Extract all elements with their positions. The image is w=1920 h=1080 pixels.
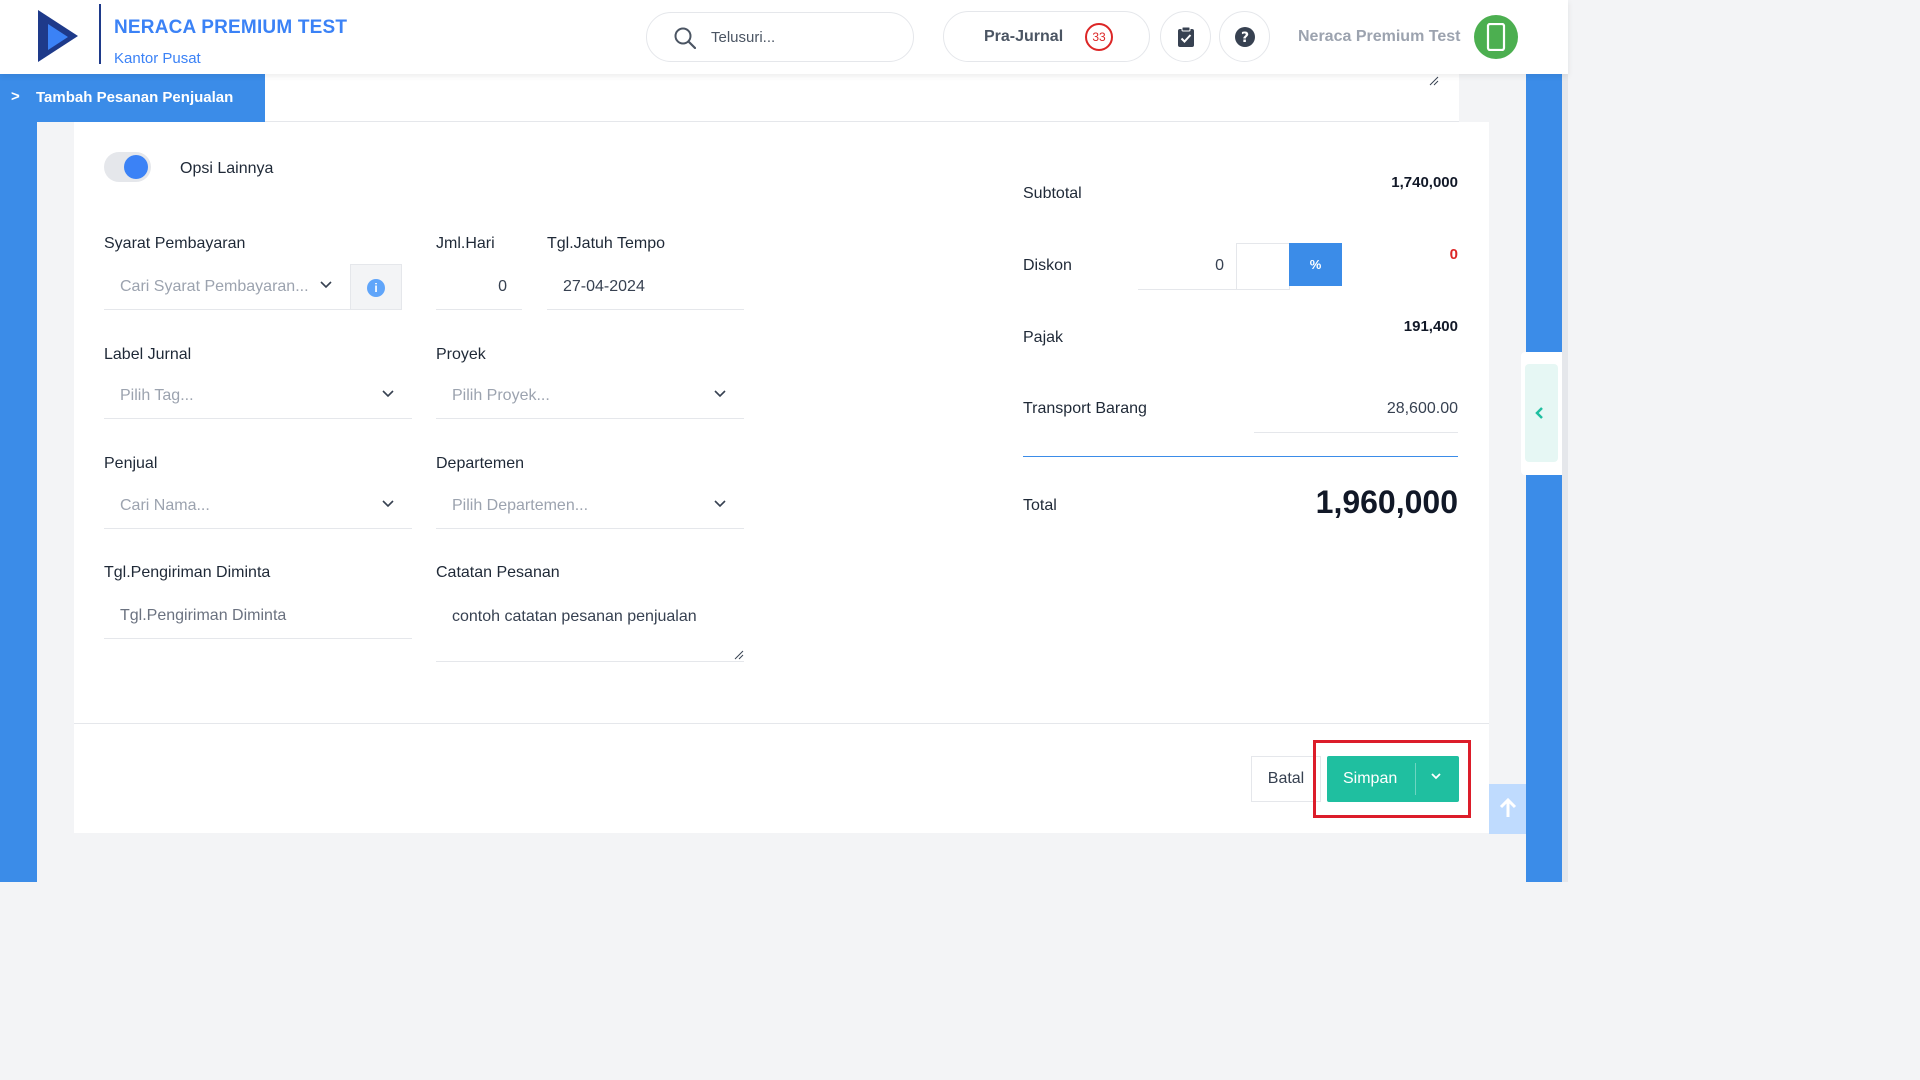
requested-ship-date-input[interactable]: Tgl.Pengiriman Diminta <box>104 593 412 639</box>
discount-percent-button[interactable]: % <box>1289 243 1342 286</box>
discount-value: 0 <box>1449 246 1458 263</box>
discount-input[interactable]: 0 <box>1138 243 1236 290</box>
search-box[interactable]: Telusuri... <box>646 12 914 62</box>
project-select[interactable]: Pilih Proyek... <box>436 373 744 419</box>
company-name[interactable]: NERACA PREMIUM TEST <box>114 17 347 39</box>
summary-divider <box>1023 456 1458 457</box>
payment-terms-label: Syarat Pembayaran <box>104 235 246 252</box>
chevron-right-icon: > <box>11 88 20 105</box>
payment-terms-select[interactable]: Cari Syarat Pembayaran... <box>104 264 350 310</box>
discount-label: Diskon <box>1023 257 1072 274</box>
avatar[interactable] <box>1474 15 1518 59</box>
save-button-highlight <box>1313 740 1471 818</box>
breadcrumb-tab[interactable]: > Tambah Pesanan Penjualan <box>0 74 265 122</box>
payment-terms-info-button[interactable]: i <box>350 264 402 310</box>
user-name[interactable]: Neraca Premium Test <box>1298 28 1460 46</box>
project-label: Proyek <box>436 346 486 363</box>
logo-divider <box>99 4 101 64</box>
previous-section-tail <box>74 74 1459 122</box>
breadcrumb-title: Tambah Pesanan Penjualan <box>36 89 234 106</box>
salesperson-select[interactable]: Cari Nama... <box>104 483 412 529</box>
salesperson-label: Penjual <box>104 455 158 472</box>
scroll-to-top-button[interactable] <box>1489 784 1526 834</box>
tax-value: 191,400 <box>1403 318 1458 335</box>
chevron-down-icon <box>320 281 332 289</box>
discount-mode-box[interactable] <box>1236 243 1290 290</box>
payment-terms-placeholder: Cari Syarat Pembayaran... <box>120 278 309 295</box>
department-placeholder: Pilih Departemen... <box>452 497 589 514</box>
footer-divider <box>74 723 1489 724</box>
transport-label: Transport Barang <box>1023 400 1147 417</box>
journal-tag-select[interactable]: Pilih Tag... <box>104 373 412 419</box>
due-date-label: Tgl.Jatuh Tempo <box>547 235 665 252</box>
side-panel-toggle[interactable] <box>1521 352 1562 475</box>
discount-input-value: 0 <box>1215 257 1224 274</box>
order-notes-value: contoh catatan pesanan penjualan <box>452 608 697 625</box>
due-date-input[interactable]: 27-04-2024 <box>547 264 744 310</box>
order-notes-label: Catatan Pesanan <box>436 564 560 581</box>
chevron-down-icon <box>714 500 726 508</box>
department-select[interactable]: Pilih Departemen... <box>436 483 744 529</box>
window-scrollbar[interactable] <box>1562 0 1568 882</box>
app-logo-icon[interactable] <box>38 10 80 62</box>
days-label: Jml.Hari <box>436 235 495 252</box>
form-card: Opsi Lainnya Syarat Pembayaran Cari Syar… <box>74 122 1489 833</box>
search-icon <box>674 27 696 49</box>
other-options-toggle[interactable] <box>104 152 151 182</box>
pra-jurnal-button[interactable]: Pra-Jurnal 33 <box>943 11 1150 62</box>
arrow-up-icon <box>1499 798 1517 817</box>
requested-ship-date-label: Tgl.Pengiriman Diminta <box>104 564 271 581</box>
salesperson-placeholder: Cari Nama... <box>120 497 210 514</box>
days-input[interactable]: 0 <box>436 264 522 310</box>
total-value: 1,960,000 <box>1315 484 1458 520</box>
resize-grip-icon[interactable] <box>1429 76 1439 86</box>
chevron-down-icon <box>714 390 726 398</box>
subtotal-label: Subtotal <box>1023 185 1082 202</box>
toggle-knob <box>124 155 148 179</box>
due-date-value: 27-04-2024 <box>563 278 645 295</box>
journal-tag-placeholder: Pilih Tag... <box>120 387 194 404</box>
subtotal-value: 1,740,000 <box>1391 174 1458 191</box>
help-button[interactable]: ? <box>1219 11 1270 62</box>
mobile-device-icon <box>1486 23 1506 51</box>
task-button[interactable] <box>1160 11 1211 62</box>
transport-value: 28,600.00 <box>1386 400 1458 417</box>
branch-name[interactable]: Kantor Pusat <box>114 50 201 67</box>
cancel-button[interactable]: Batal <box>1251 756 1321 802</box>
left-rail <box>0 74 37 882</box>
journal-label-label: Label Jurnal <box>104 346 192 363</box>
top-bar: NERACA PREMIUM TEST Kantor Pusat Telusur… <box>0 0 1568 74</box>
svg-text:?: ? <box>1241 30 1249 46</box>
chevron-down-icon <box>382 500 394 508</box>
chevron-left-icon <box>1535 407 1543 419</box>
pra-jurnal-count-badge: 33 <box>1085 23 1113 51</box>
total-label: Total <box>1023 497 1057 514</box>
days-value: 0 <box>498 278 507 295</box>
help-icon: ? <box>1235 27 1255 47</box>
right-rail <box>1526 74 1562 882</box>
other-options-label: Opsi Lainnya <box>180 160 274 177</box>
requested-ship-date-placeholder: Tgl.Pengiriman Diminta <box>120 607 287 624</box>
clipboard-check-icon <box>1178 26 1194 47</box>
pra-jurnal-label: Pra-Jurnal <box>984 28 1064 45</box>
resize-grip-icon[interactable] <box>734 650 744 660</box>
info-icon: i <box>367 279 385 297</box>
transport-input[interactable]: 28,600.00 <box>1254 386 1458 433</box>
order-notes-textarea[interactable]: contoh catatan pesanan penjualan <box>436 594 744 662</box>
department-label: Departemen <box>436 455 525 472</box>
tax-label: Pajak <box>1023 329 1064 346</box>
chevron-down-icon <box>382 390 394 398</box>
search-input[interactable]: Telusuri... <box>711 29 775 46</box>
project-placeholder: Pilih Proyek... <box>452 387 550 404</box>
